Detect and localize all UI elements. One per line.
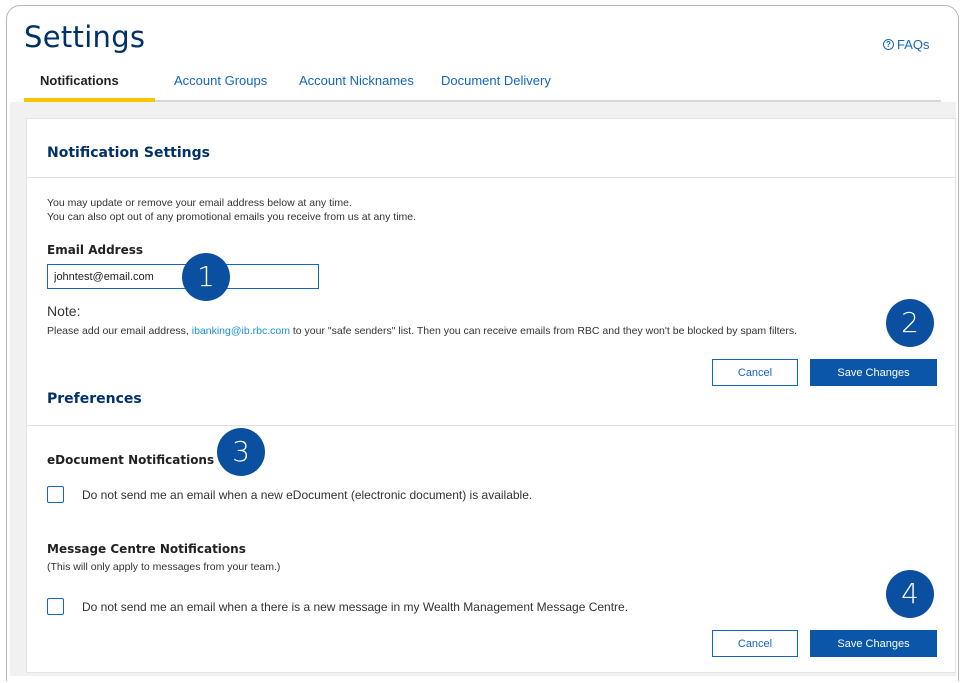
note-text: Please add our email address, ibanking@i… [47,325,797,337]
intro-text-1: You may update or remove your email addr… [47,197,352,209]
save-changes-button[interactable]: Save Changes [810,630,937,657]
faq-link[interactable]: ? FAQs [883,37,930,52]
email-label: Email Address [47,243,144,257]
message-centre-checkbox-label[interactable]: Do not send me an email when a there is … [82,600,628,614]
cancel-button[interactable]: Cancel [712,359,798,386]
message-centre-checkbox[interactable] [47,598,64,615]
page-title: Settings [24,20,146,54]
section-divider [27,177,955,178]
active-tab-indicator [24,98,155,102]
settings-card: Notification Settings You may update or … [26,118,956,673]
callout-badge-1: 1 [182,253,230,301]
notification-settings-title: Notification Settings [47,145,210,161]
message-centre-subtext: (This will only apply to messages from y… [47,561,281,573]
save-changes-button[interactable]: Save Changes [810,359,937,386]
question-circle-icon: ? [883,39,894,50]
edocument-checkbox-label[interactable]: Do not send me an email when a new eDocu… [82,488,532,502]
callout-badge-3: 3 [217,428,265,476]
rbc-email-link[interactable]: ibanking@ib.rbc.com [192,325,290,337]
tab-account-nicknames[interactable]: Account Nicknames [299,73,414,88]
note-text-before: Please add our email address, [47,325,192,337]
note-text-after: to your "safe senders" list. Then you ca… [289,325,798,337]
intro-text-2: You can also opt out of any promotional … [47,211,417,223]
tab-notifications[interactable]: Notifications [40,73,119,88]
callout-badge-4: 4 [886,570,934,618]
section-divider [27,425,955,426]
cancel-button[interactable]: Cancel [712,630,798,657]
edocument-heading: eDocument Notifications [47,453,215,467]
tab-document-delivery[interactable]: Document Delivery [441,73,551,88]
preferences-title: Preferences [47,391,142,407]
message-centre-heading: Message Centre Notifications [47,542,246,556]
tab-account-groups[interactable]: Account Groups [174,73,267,88]
faq-label: FAQs [897,37,930,52]
tabs-divider [24,100,941,102]
callout-badge-2: 2 [886,299,934,347]
note-label: Note: [47,303,81,319]
edocument-checkbox[interactable] [47,486,64,503]
